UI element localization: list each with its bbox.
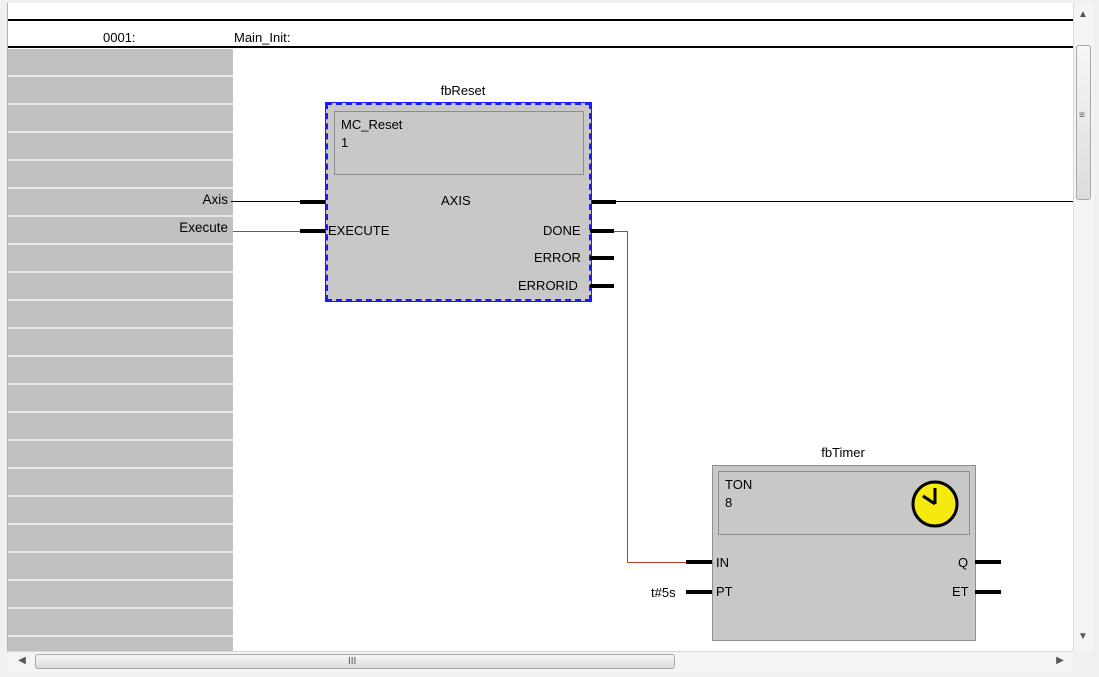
scroll-right-icon[interactable]: ▶	[1051, 655, 1069, 666]
variable-row[interactable]	[8, 553, 233, 581]
pt-value[interactable]: t#5s	[651, 585, 676, 600]
errorid-out-pin	[590, 284, 614, 288]
scrollbar-corner	[1073, 651, 1093, 671]
variable-row[interactable]	[8, 133, 233, 161]
variable-row[interactable]	[8, 357, 233, 385]
fb-reset-pin-axis: AXIS	[441, 193, 471, 208]
vertical-scroll-thumb[interactable]: ≡	[1076, 45, 1091, 200]
variable-row[interactable]	[8, 77, 233, 105]
horizontal-grip: III	[348, 656, 357, 667]
variable-row[interactable]	[8, 441, 233, 469]
vertical-scrollbar[interactable]: ▲ ≡ ▼	[1073, 3, 1094, 651]
done-out-pin	[590, 229, 614, 233]
q-out-pin	[975, 560, 1001, 564]
scroll-left-icon[interactable]: ◀	[13, 655, 31, 666]
fb-reset-instance-name: fbReset	[440, 83, 486, 98]
fb-timer-header: TON 8	[718, 471, 970, 535]
axis-wire-in	[231, 201, 301, 202]
fb-reset-pin-errorid: ERRORID	[518, 278, 578, 293]
ladder-editor[interactable]: 0001: Main_Init: Axis Execute fbReset MC…	[7, 3, 1074, 651]
axis-wire-out	[616, 201, 1074, 202]
horizontal-scrollbar[interactable]: ◀ III ▶	[7, 651, 1073, 672]
variable-row[interactable]	[8, 329, 233, 357]
variable-axis[interactable]: Axis	[8, 192, 228, 207]
done-wire-h1	[614, 231, 628, 232]
fb-timer-pin-pt: PT	[716, 584, 733, 599]
variable-row[interactable]	[8, 245, 233, 273]
variable-row[interactable]	[8, 637, 233, 651]
pt-pin	[686, 590, 712, 594]
fb-reset-header: MC_Reset 1	[334, 111, 584, 175]
variable-row[interactable]	[8, 49, 233, 77]
network-label: Main_Init:	[234, 30, 291, 45]
done-wire-h2	[627, 562, 687, 563]
variable-row[interactable]	[8, 105, 233, 133]
fb-reset-pin-error: ERROR	[534, 250, 581, 265]
variable-row[interactable]	[8, 525, 233, 553]
network-top-rule	[8, 19, 1074, 21]
in-pin	[686, 560, 712, 564]
fb-reset-index: 1	[341, 135, 349, 150]
execute-in-pin	[300, 229, 326, 233]
et-out-pin	[975, 590, 1001, 594]
horizontal-scroll-thumb[interactable]: III	[35, 654, 675, 669]
error-out-pin	[590, 256, 614, 260]
execute-wire	[233, 231, 301, 232]
variable-row[interactable]	[8, 469, 233, 497]
variable-row[interactable]	[8, 301, 233, 329]
axis-out-pin	[588, 200, 616, 204]
network-number: 0001:	[103, 30, 136, 45]
done-wire-v	[627, 231, 628, 563]
clock-icon	[911, 480, 959, 528]
network-bottom-rule	[8, 46, 1074, 48]
variable-execute[interactable]: Execute	[8, 220, 228, 235]
variable-row[interactable]	[8, 273, 233, 301]
variable-row[interactable]	[8, 581, 233, 609]
scroll-down-icon[interactable]: ▼	[1074, 631, 1092, 642]
fb-timer-pin-et: ET	[952, 584, 969, 599]
fb-timer-block[interactable]: TON 8	[712, 465, 976, 641]
variable-row[interactable]	[8, 161, 233, 189]
fb-reset-pin-done: DONE	[543, 223, 581, 238]
fb-timer-pin-q: Q	[958, 555, 969, 570]
fb-reset-type: MC_Reset	[341, 117, 403, 132]
fb-reset-pin-execute: EXECUTE	[328, 223, 390, 238]
scroll-up-icon[interactable]: ▲	[1074, 9, 1092, 20]
vertical-grip: ≡	[1079, 110, 1085, 121]
variable-row[interactable]	[8, 609, 233, 637]
variable-column	[8, 49, 233, 651]
variable-row[interactable]	[8, 385, 233, 413]
axis-in-pin	[300, 200, 326, 204]
variable-row[interactable]	[8, 413, 233, 441]
fb-timer-instance-name: fbTimer	[821, 445, 865, 460]
fb-timer-pin-in: IN	[716, 555, 729, 570]
variable-row[interactable]	[8, 497, 233, 525]
